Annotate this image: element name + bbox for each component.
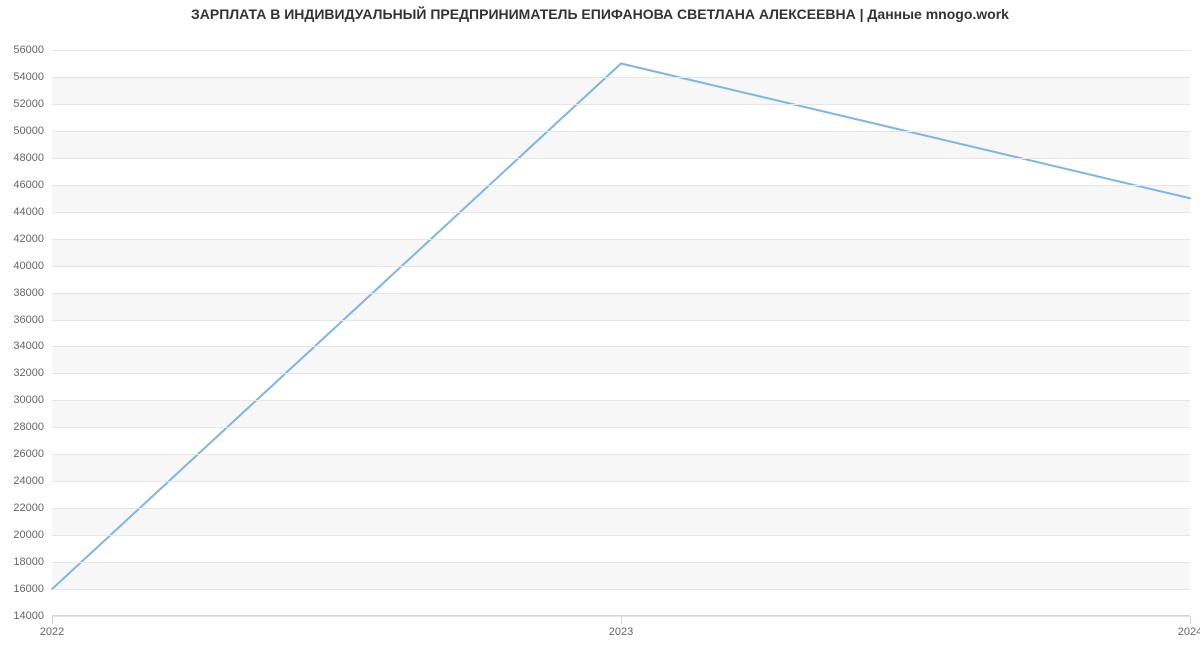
y-tick-label: 30000 [4,394,44,406]
y-tick-label: 26000 [4,448,44,460]
y-tick-label: 32000 [4,367,44,379]
y-tick-label: 28000 [4,421,44,433]
gridline [52,427,1190,428]
gridline [52,454,1190,455]
gridline [52,131,1190,132]
y-tick-label: 38000 [4,287,44,299]
gridline [52,104,1190,105]
y-tick-label: 34000 [4,340,44,352]
x-tick-label: 2022 [40,626,64,638]
x-tick-label: 2023 [609,626,633,638]
gridline [52,373,1190,374]
y-tick-label: 40000 [4,260,44,272]
gridline [52,320,1190,321]
gridline [52,589,1190,590]
gridline [52,266,1190,267]
y-tick-label: 42000 [4,233,44,245]
y-tick-label: 52000 [4,98,44,110]
gridline [52,185,1190,186]
y-tick-label: 36000 [4,314,44,326]
gridline [52,158,1190,159]
x-tick-label: 2024 [1178,626,1200,638]
gridline [52,50,1190,51]
y-tick-label: 14000 [4,610,44,622]
y-tick-label: 24000 [4,475,44,487]
y-tick-label: 44000 [4,206,44,218]
gridline [52,400,1190,401]
y-tick-label: 50000 [4,125,44,137]
x-tick [621,616,622,624]
gridline [52,239,1190,240]
gridline [52,346,1190,347]
y-tick-label: 56000 [4,44,44,56]
y-tick-label: 54000 [4,71,44,83]
y-tick-label: 18000 [4,556,44,568]
series-path [52,63,1190,589]
y-tick-label: 16000 [4,583,44,595]
x-tick [52,616,53,624]
y-tick-label: 20000 [4,529,44,541]
plot-area: 1400016000180002000022000240002600028000… [52,50,1190,616]
gridline [52,535,1190,536]
gridline [52,293,1190,294]
gridline [52,508,1190,509]
x-tick [1190,616,1191,624]
y-tick-label: 22000 [4,502,44,514]
gridline [52,562,1190,563]
gridline [52,212,1190,213]
chart-title: ЗАРПЛАТА В ИНДИВИДУАЛЬНЫЙ ПРЕДПРИНИМАТЕЛ… [0,6,1200,22]
gridline [52,481,1190,482]
line-series [52,50,1190,616]
gridline [52,77,1190,78]
y-tick-label: 48000 [4,152,44,164]
chart-container: ЗАРПЛАТА В ИНДИВИДУАЛЬНЫЙ ПРЕДПРИНИМАТЕЛ… [0,0,1200,650]
y-tick-label: 46000 [4,179,44,191]
